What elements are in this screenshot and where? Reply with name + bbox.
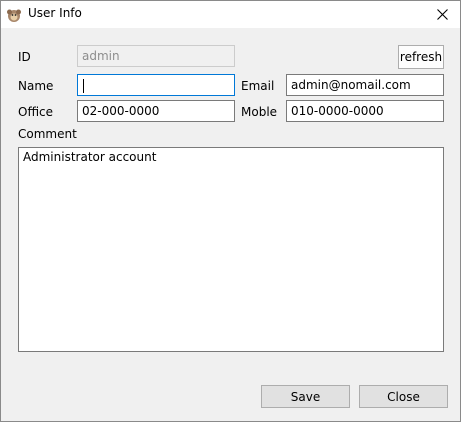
user-info-dialog: User Info ID admin refresh Name Email ad… [0,0,461,422]
refresh-button[interactable]: refresh [398,45,444,69]
email-label: Email [241,79,275,93]
comment-label: Comment [18,127,77,141]
mobile-field[interactable]: 010-0000-0000 [286,100,444,122]
name-label: Name [18,79,54,93]
mobile-label: Moble [241,105,278,119]
comment-textarea[interactable]: Administrator account [18,147,444,352]
office-field[interactable]: 02-000-0000 [77,100,235,122]
office-label: Office [18,105,54,119]
text-caret [83,78,84,93]
save-button[interactable]: Save [261,385,350,408]
id-label: ID [18,50,31,64]
window-title: User Info [28,6,82,20]
name-field[interactable] [77,74,235,96]
id-field: admin [77,45,235,67]
app-icon [7,9,21,22]
title-bar[interactable]: User Info [1,1,460,28]
close-window-button[interactable] [424,1,460,28]
email-field[interactable]: admin@nomail.com [286,74,444,96]
close-icon [436,9,448,20]
close-button[interactable]: Close [359,385,448,408]
